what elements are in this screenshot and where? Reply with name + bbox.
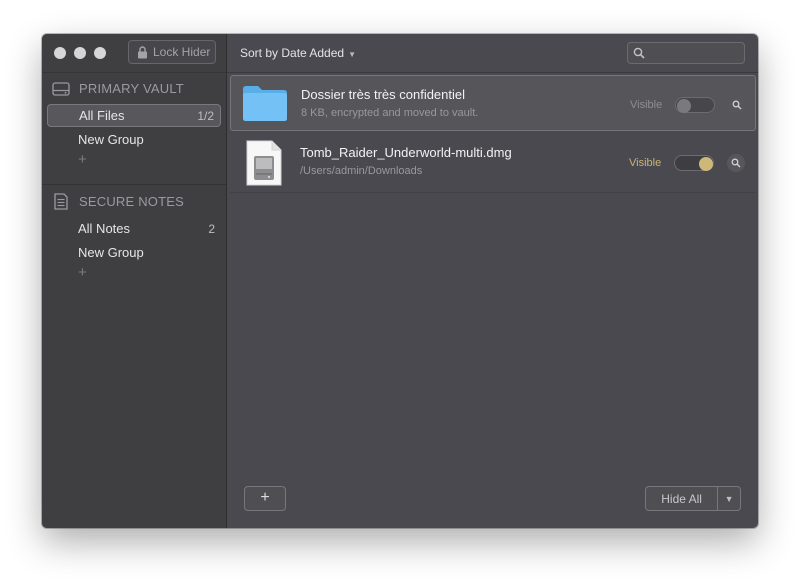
sidebar: Lock Hider PRIMARY VAULT All Files 1/2 N…: [42, 34, 227, 528]
add-note-group-button[interactable]: +: [78, 264, 87, 281]
magnifier-icon: [732, 100, 742, 110]
zoom-window-button[interactable]: [94, 47, 106, 59]
visibility-label: Visible: [630, 99, 663, 111]
sidebar-item-label: New Group: [78, 245, 144, 260]
file-detail: 8 KB, encrypted and moved to vault.: [301, 107, 479, 119]
file-row[interactable]: Tomb_Raider_Underworld-multi.dmg /Users/…: [230, 134, 756, 190]
add-file-button[interactable]: +: [244, 486, 286, 511]
hide-all-control: Hide All ▼: [645, 486, 741, 511]
sidebar-divider: [42, 184, 226, 185]
magnifier-icon: [731, 158, 741, 168]
lock-icon: [138, 45, 147, 58]
file-detail: /Users/admin/Downloads: [300, 165, 423, 177]
folder-icon: [243, 86, 287, 121]
hide-all-button[interactable]: Hide All: [646, 487, 717, 510]
section-title: SECURE NOTES: [79, 194, 184, 209]
toggle-knob: [677, 99, 691, 113]
sidebar-item-all-files[interactable]: All Files 1/2: [47, 104, 221, 127]
main-pane: Sort by Date Added ▼ Dossier très très co…: [227, 34, 758, 528]
disk-image-icon: [246, 140, 282, 186]
note-icon: [54, 193, 68, 210]
toggle-knob: [699, 157, 713, 171]
sidebar-item-count: 1/2: [197, 108, 214, 123]
main-toolbar: Sort by Date Added ▼: [227, 34, 758, 73]
search-field[interactable]: [627, 42, 745, 64]
reveal-button[interactable]: [727, 154, 745, 172]
sidebar-item-new-group[interactable]: New Group: [47, 128, 221, 151]
visibility-toggle[interactable]: [675, 97, 715, 113]
section-title: PRIMARY VAULT: [79, 81, 184, 96]
lock-hider-label: Lock Hider: [153, 45, 211, 59]
sidebar-item-label: All Files: [79, 108, 125, 123]
visibility-toggle[interactable]: [674, 155, 714, 171]
sidebar-item-label: All Notes: [78, 221, 131, 236]
close-window-button[interactable]: [54, 47, 66, 59]
file-name: Dossier très très confidentiel: [301, 87, 466, 102]
search-input[interactable]: [648, 45, 744, 63]
row-divider: [230, 192, 756, 193]
minimize-window-button[interactable]: [74, 47, 86, 59]
sort-menu[interactable]: Sort by Date Added ▼: [240, 46, 356, 60]
file-name: Tomb_Raider_Underworld-multi.dmg: [300, 145, 512, 160]
sidebar-toolbar: Lock Hider: [42, 34, 226, 73]
sidebar-item-count: 2: [208, 221, 215, 236]
search-icon: [633, 47, 645, 59]
section-header-primary-vault: PRIMARY VAULT: [52, 81, 184, 96]
visibility-label: Visible: [629, 157, 662, 169]
hide-all-dropdown[interactable]: ▼: [717, 487, 740, 510]
reveal-button[interactable]: [728, 96, 746, 114]
sort-menu-label: Sort by Date Added: [240, 46, 345, 60]
sidebar-item-all-notes[interactable]: All Notes 2: [47, 217, 221, 240]
file-row[interactable]: Dossier très très confidentiel 8 KB, enc…: [230, 75, 756, 131]
caret-down-icon: ▼: [348, 50, 356, 59]
sidebar-item-label: New Group: [78, 132, 144, 147]
add-group-button[interactable]: +: [78, 151, 87, 168]
chevron-down-icon: ▼: [724, 493, 734, 504]
lock-hider-button[interactable]: Lock Hider: [128, 40, 216, 64]
hard-drive-icon: [52, 81, 70, 96]
app-window: Lock Hider PRIMARY VAULT All Files 1/2 N…: [42, 34, 758, 528]
section-header-secure-notes: SECURE NOTES: [52, 193, 184, 210]
sidebar-item-new-group-notes[interactable]: New Group: [47, 241, 221, 264]
